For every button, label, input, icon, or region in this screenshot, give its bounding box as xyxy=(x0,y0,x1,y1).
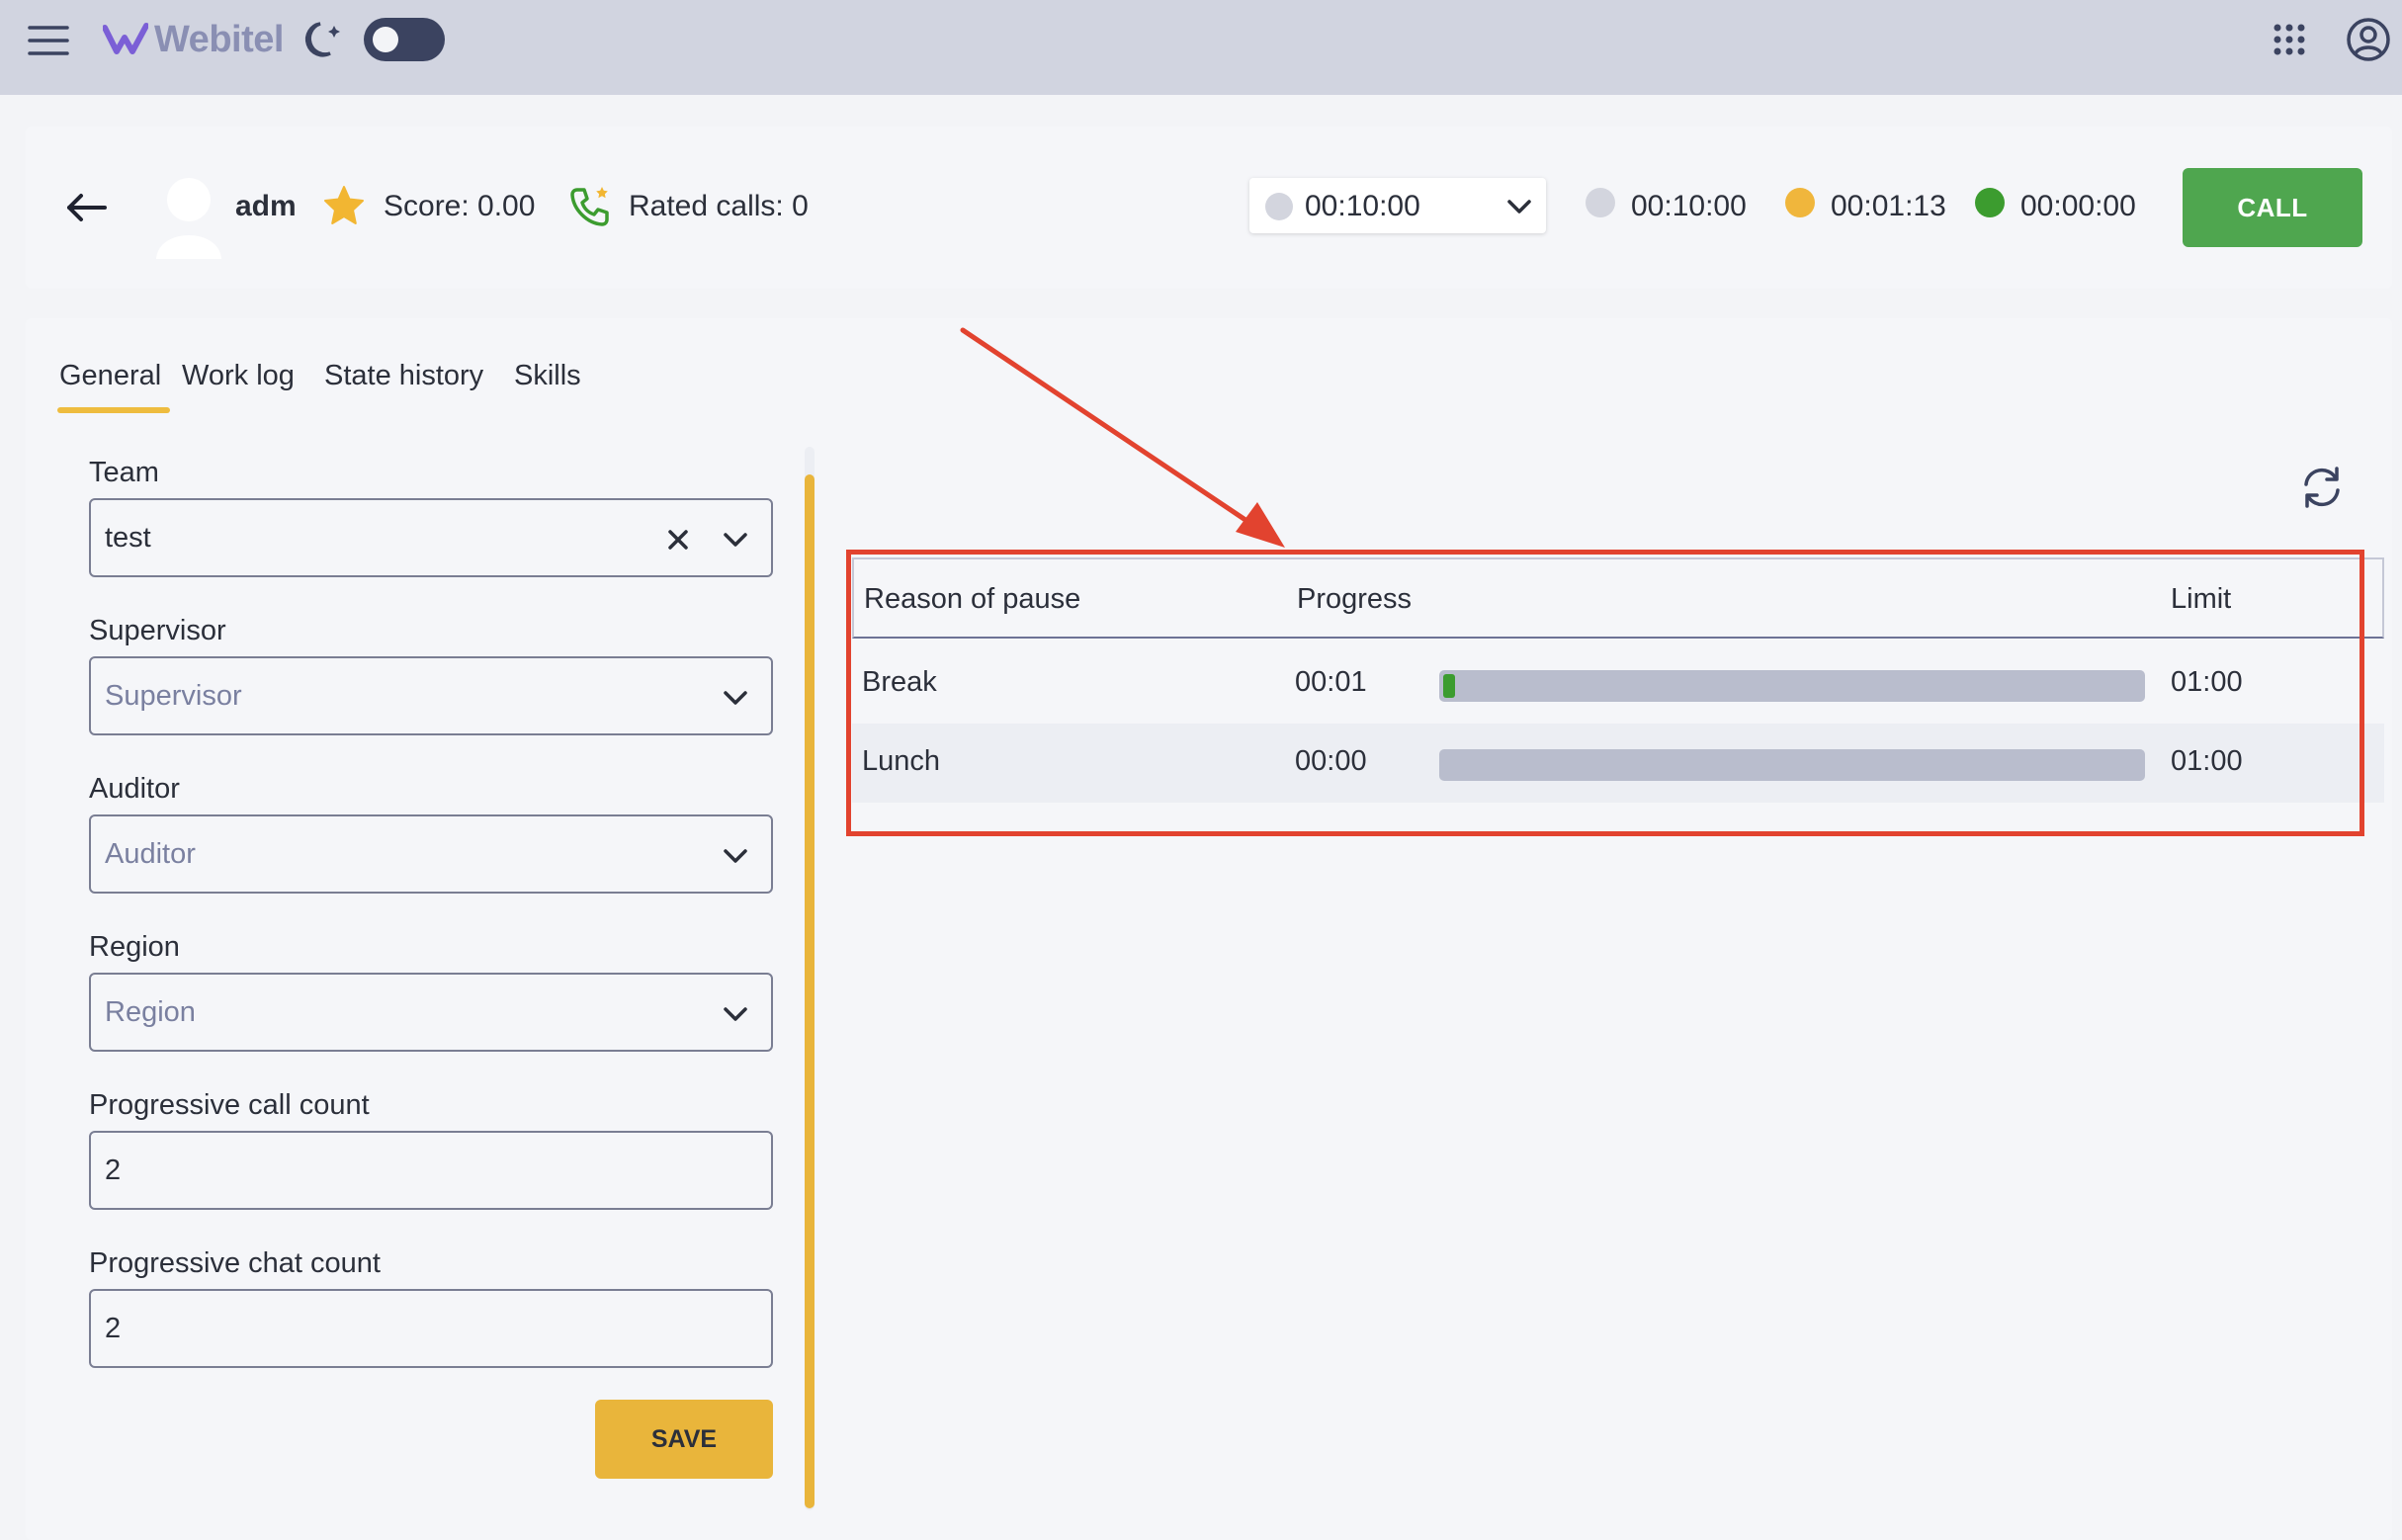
theme-toggle[interactable] xyxy=(364,18,445,61)
team-value: test xyxy=(105,522,151,554)
score-label: Score: 0.00 xyxy=(384,190,536,222)
chevron-down-icon xyxy=(1504,192,1534,221)
scrollbar-thumb[interactable] xyxy=(805,474,815,1508)
progress-bar xyxy=(1439,749,2145,781)
progressive-call-count-value: 2 xyxy=(105,1155,122,1186)
apps-grid-icon[interactable] xyxy=(2270,20,2309,59)
logo-text: Webitel xyxy=(154,18,284,60)
logo-mark-icon xyxy=(103,23,148,54)
agent-header: adm Score: 0.00 Rated calls: 0 00:10:00 … xyxy=(26,127,2392,289)
team-select[interactable]: test xyxy=(89,498,773,577)
chevron-down-icon[interactable] xyxy=(720,840,751,872)
refresh-icon[interactable] xyxy=(2297,463,2347,512)
region-select[interactable]: Region xyxy=(89,973,773,1052)
chevron-down-icon[interactable] xyxy=(720,682,751,714)
offline-timer: 00:10:00 xyxy=(1631,190,1747,222)
region-placeholder: Region xyxy=(105,996,196,1028)
status-dot xyxy=(1265,193,1293,220)
progressive-chat-count-label: Progressive chat count xyxy=(89,1247,381,1279)
progress-bar xyxy=(1439,670,2145,702)
status-dot-online xyxy=(1975,188,2005,217)
supervisor-select[interactable]: Supervisor xyxy=(89,656,773,735)
rated-calls-phone-icon xyxy=(567,184,613,229)
pause-limit: 01:00 xyxy=(2171,745,2243,777)
tab-skills[interactable]: Skills xyxy=(514,360,581,392)
active-tab-indicator xyxy=(57,407,170,413)
progressive-chat-count-input[interactable]: 2 xyxy=(89,1289,773,1368)
pause-reason: Break xyxy=(862,666,937,698)
team-label: Team xyxy=(89,457,159,488)
menu-icon[interactable] xyxy=(26,18,71,63)
webitel-logo[interactable]: Webitel xyxy=(103,18,284,61)
back-arrow-icon[interactable] xyxy=(61,182,113,233)
agent-details-panel: General Work log State history Skills Te… xyxy=(26,318,2392,1540)
tab-work-log[interactable]: Work log xyxy=(182,360,295,392)
status-select[interactable]: 00:10:00 xyxy=(1249,178,1546,233)
status-dot-offline xyxy=(1586,188,1615,217)
table-row: Break 00:01 01:00 xyxy=(852,644,2384,724)
pause-duration: 00:00 xyxy=(1295,745,1367,777)
tab-state-history[interactable]: State history xyxy=(324,360,483,392)
auditor-label: Auditor xyxy=(89,773,180,805)
top-bar: Webitel xyxy=(0,0,2402,95)
call-button[interactable]: CALL xyxy=(2183,168,2362,247)
account-icon[interactable] xyxy=(2345,16,2392,63)
progressive-call-count-input[interactable]: 2 xyxy=(89,1131,773,1210)
clear-icon[interactable] xyxy=(662,524,694,556)
supervisor-label: Supervisor xyxy=(89,615,226,646)
progressive-chat-count-value: 2 xyxy=(105,1313,122,1344)
online-timer: 00:00:00 xyxy=(2020,190,2136,222)
pause-limit: 01:00 xyxy=(2171,666,2243,698)
status-select-value: 00:10:00 xyxy=(1305,190,1420,222)
pause-reasons-table: Reason of pause Progress Limit Break 00:… xyxy=(852,557,2384,807)
pause-reason: Lunch xyxy=(862,745,941,777)
supervisor-placeholder: Supervisor xyxy=(105,680,242,712)
save-button[interactable]: SAVE xyxy=(595,1400,773,1479)
tab-general[interactable]: General xyxy=(59,360,161,392)
pause-duration: 00:01 xyxy=(1295,666,1367,698)
progress-fill xyxy=(1443,674,1455,698)
table-header: Reason of pause Progress Limit xyxy=(852,557,2384,639)
progressive-call-count-label: Progressive call count xyxy=(89,1089,370,1121)
avatar xyxy=(134,174,243,259)
auditor-select[interactable]: Auditor xyxy=(89,814,773,894)
region-label: Region xyxy=(89,931,180,963)
table-row: Lunch 00:00 01:00 xyxy=(852,724,2384,803)
moon-icon xyxy=(302,18,346,61)
auditor-placeholder: Auditor xyxy=(105,838,196,870)
user-name: adm xyxy=(235,190,297,222)
chevron-down-icon[interactable] xyxy=(720,524,751,556)
toggle-knob xyxy=(373,27,398,52)
header-limit: Limit xyxy=(2171,583,2232,615)
pause-timer: 00:01:13 xyxy=(1831,190,1946,222)
status-dot-pause xyxy=(1785,188,1815,217)
star-icon xyxy=(322,184,366,227)
chevron-down-icon[interactable] xyxy=(720,998,751,1030)
header-reason: Reason of pause xyxy=(864,583,1081,615)
header-progress: Progress xyxy=(1297,583,1413,615)
rated-calls-label: Rated calls: 0 xyxy=(629,190,809,222)
